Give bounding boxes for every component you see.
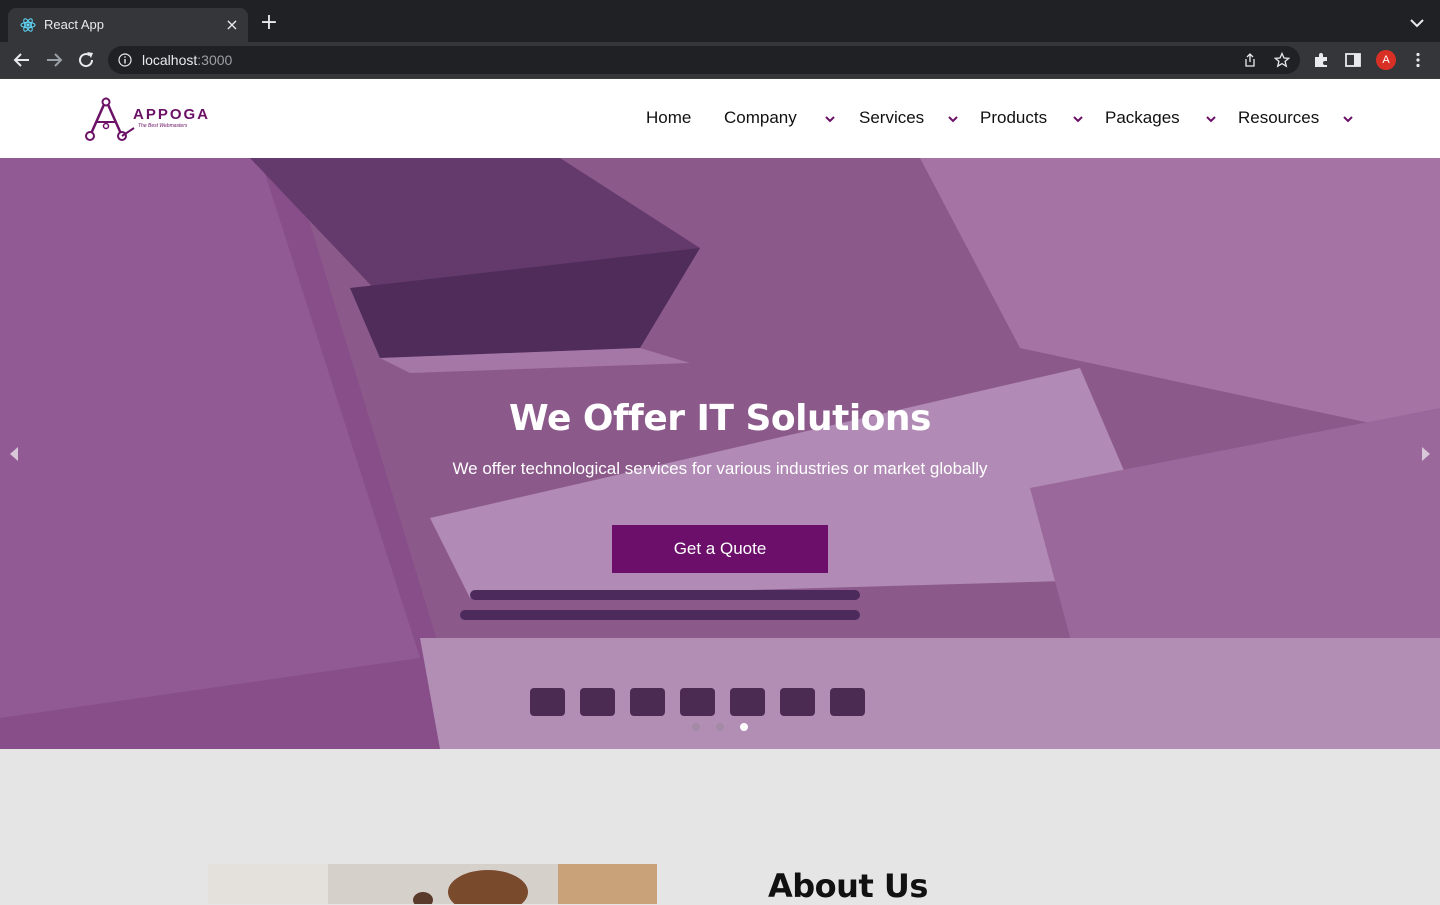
about-image (208, 864, 657, 904)
chevron-down-icon[interactable] (947, 114, 959, 124)
chevron-down-icon[interactable] (1342, 114, 1354, 124)
side-panel-icon[interactable] (1344, 51, 1362, 69)
site-header: APPOGA The Best Webmasters Home Company … (0, 79, 1440, 158)
extensions-puzzle-icon[interactable] (1312, 51, 1330, 69)
nav-company[interactable]: Company (724, 108, 797, 130)
forward-arrow-icon[interactable] (42, 48, 66, 72)
site-info-icon[interactable] (118, 53, 132, 67)
about-section: About Us (0, 749, 1440, 905)
chevron-down-icon[interactable] (824, 114, 836, 124)
carousel-next-arrow-icon[interactable] (1420, 446, 1432, 462)
carousel-prev-arrow-icon[interactable] (8, 446, 20, 462)
logo-tagline: The Best Webmasters (138, 123, 188, 129)
tab-search-chevron-icon[interactable] (1406, 12, 1428, 34)
hero-subtitle: We offer technological services for vari… (452, 459, 988, 478)
nav-services[interactable]: Services (859, 108, 924, 130)
nav-products[interactable]: Products (980, 108, 1047, 130)
hero-title: We Offer IT Solutions (509, 398, 931, 439)
new-tab-icon[interactable]: + (258, 12, 280, 34)
logo-mark-icon (85, 96, 135, 141)
tab-title: React App (44, 17, 104, 32)
share-icon[interactable] (1242, 52, 1258, 68)
get-a-quote-button[interactable]: Get a Quote (612, 525, 828, 573)
logo-wordmark: APPOGA (133, 106, 211, 123)
hero-background-image (0, 158, 1440, 749)
about-title: About Us (768, 867, 928, 905)
nav-packages[interactable]: Packages (1105, 108, 1180, 130)
more-vertical-icon[interactable] (1409, 51, 1427, 69)
nav-home[interactable]: Home (646, 108, 691, 130)
carousel-dot[interactable] (716, 723, 724, 731)
nav-resources[interactable]: Resources (1238, 108, 1319, 130)
browser-toolbar: localhost:3000 (0, 42, 1440, 78)
browser-tab-active[interactable]: React App × (8, 8, 248, 42)
site-logo[interactable]: APPOGA The Best Webmasters (84, 96, 214, 142)
chevron-down-icon[interactable] (1072, 114, 1084, 124)
back-arrow-icon[interactable] (10, 48, 34, 72)
profile-avatar[interactable]: A (1376, 50, 1396, 70)
browser-tab-strip: React App × + (0, 0, 1440, 42)
chevron-down-icon[interactable] (1205, 114, 1217, 124)
carousel-dot[interactable] (692, 723, 700, 731)
react-logo-icon (20, 18, 36, 32)
hero-carousel: We Offer IT Solutions We offer technolog… (0, 158, 1440, 749)
url-text[interactable]: localhost:3000 (142, 52, 232, 68)
close-tab-icon[interactable]: × (224, 17, 240, 33)
address-bar[interactable]: localhost:3000 (108, 46, 1300, 74)
bookmark-star-icon[interactable] (1274, 52, 1290, 68)
reload-icon[interactable] (74, 48, 98, 72)
carousel-dot-active[interactable] (740, 723, 748, 731)
